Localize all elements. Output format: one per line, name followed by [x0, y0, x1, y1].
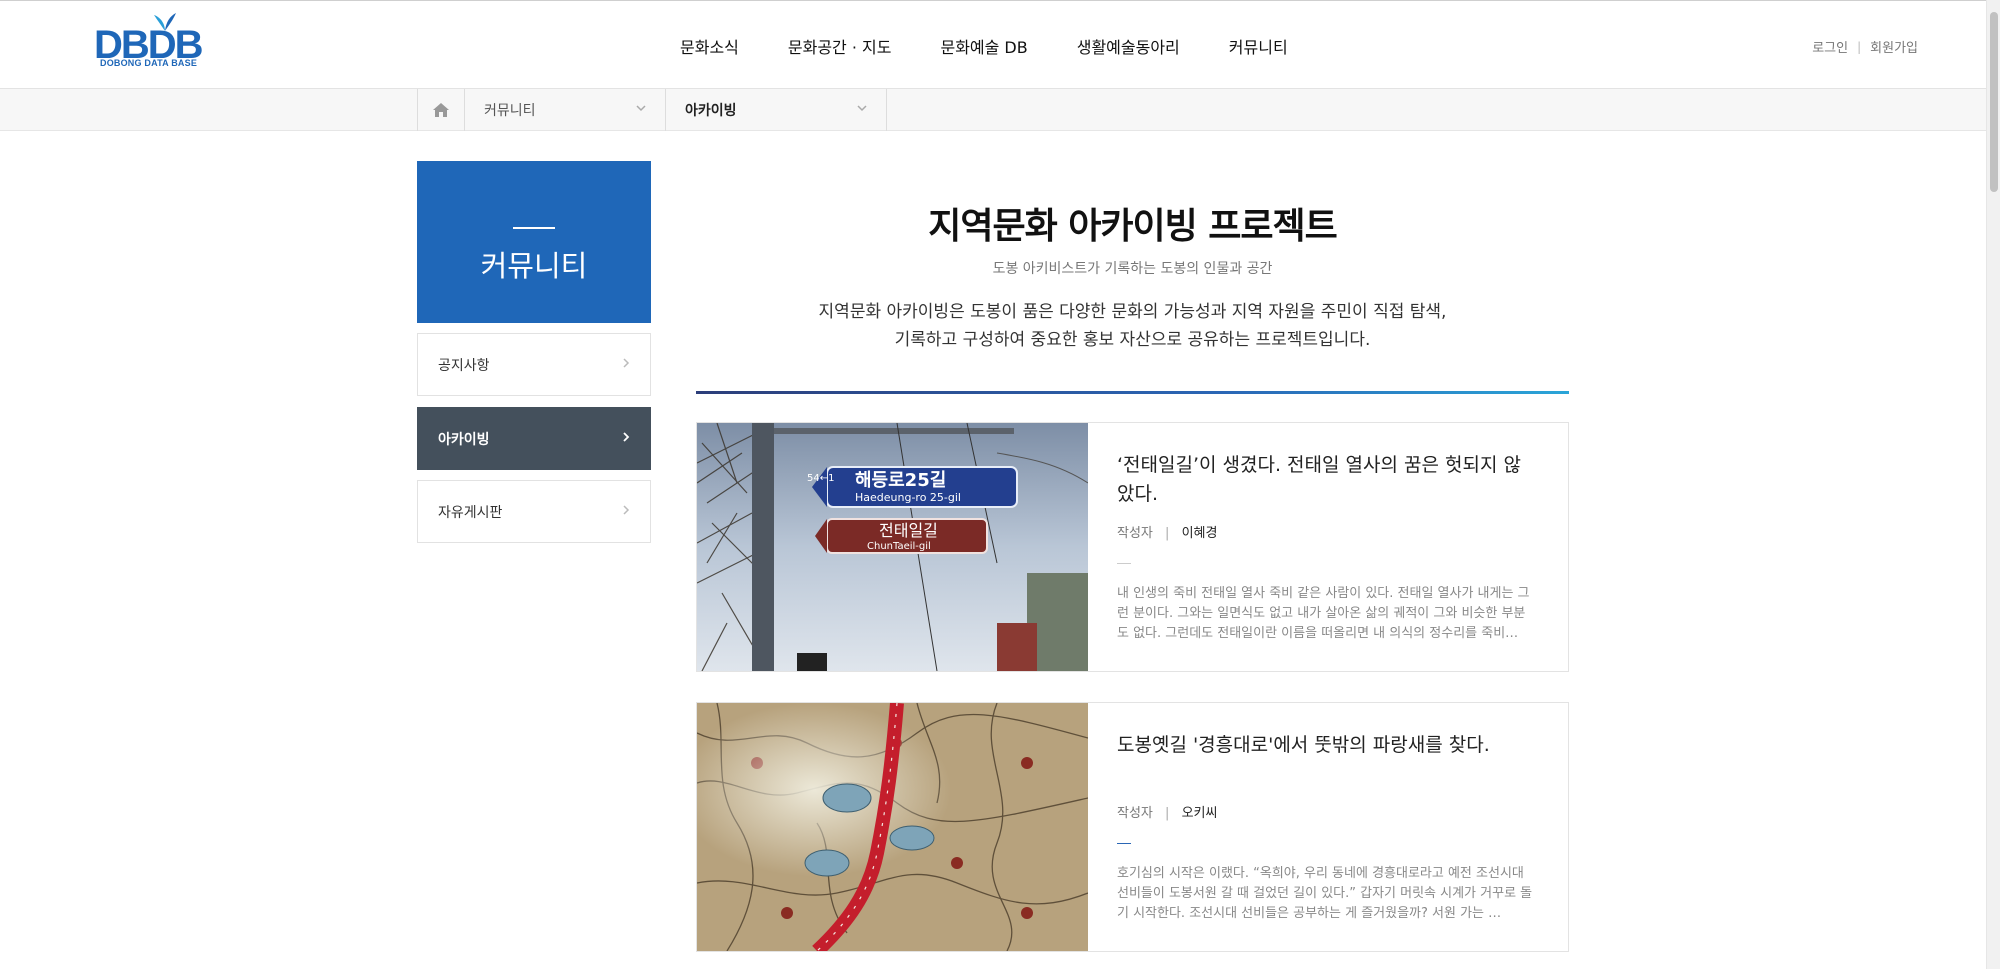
sign-top-text: 해등로25길: [855, 469, 946, 491]
sign-bottom-text: 전태일길: [879, 521, 938, 540]
author-name: 이혜경: [1181, 526, 1218, 541]
site-logo[interactable]: DBDB DOBONG DATA BASE: [94, 11, 204, 71]
logo-subtitle: DOBONG DATA BASE: [100, 58, 198, 68]
location-bar: 커뮤니티 아카이빙: [0, 89, 1986, 131]
utility-links: 로그인 | 회원가입: [1812, 37, 1918, 57]
page-description: 지역문화 아카이빙은 도봉이 품은 다양한 문화의 가능성과 지역 자원을 주민…: [696, 298, 1569, 354]
archive-post-card[interactable]: 54←1 해등로25길 Haedeung-ro 25-gil 전태일길 Chun…: [696, 422, 1569, 672]
post-excerpt: 호기심의 시작은 이랬다. “옥희야, 우리 동네에 경흥대로라고 예전 조선시…: [1117, 866, 1533, 921]
chevron-right-icon: [623, 432, 630, 442]
main-nav: 문화소식 문화공간 · 지도 문화예술 DB 생활예술동아리 커뮤니티: [680, 34, 1337, 58]
author-label: 작성자: [1117, 806, 1153, 821]
sidebar-item-label: 아카이빙: [438, 431, 490, 448]
home-button[interactable]: [417, 89, 465, 131]
post-dash: [1117, 563, 1131, 564]
sidebar-item-free-board[interactable]: 자유게시판: [417, 480, 651, 543]
home-icon: [433, 103, 449, 117]
sidebar-item-archiving[interactable]: 아카이빙: [417, 407, 651, 470]
sign-number-text: 54←1: [807, 473, 834, 484]
sidebar-header: 커뮤니티: [417, 161, 651, 323]
nav-item-community[interactable]: 커뮤니티: [1229, 34, 1288, 58]
location-depth1-label: 커뮤니티: [484, 103, 536, 119]
sign-bottom-en-text: ChunTaeil-gil: [867, 541, 931, 552]
location-depth2-label: 아카이빙: [685, 103, 737, 119]
sidebar-item-label: 자유게시판: [438, 504, 503, 521]
page-subtitle: 도봉 아키비스트가 기록하는 도봉의 인물과 공간: [992, 261, 1273, 277]
archive-post-card[interactable]: 도봉옛길 '경흥대로'에서 뚯밖의 파랑새를 찾다. 작성자 | 오키씨 호기심…: [696, 702, 1569, 952]
nav-item-culture-arts-db[interactable]: 문화예술 DB: [940, 34, 1027, 58]
nav-item-culture-space-map[interactable]: 문화공간 · 지도: [788, 34, 892, 58]
sidebar-header-bar: [513, 227, 555, 229]
post-title[interactable]: 도봉옛길 '경흥대로'에서 뚯밖의 파랑새를 찾다.: [1117, 731, 1537, 760]
post-thumbnail-old-map[interactable]: [697, 703, 1088, 951]
login-link[interactable]: 로그인: [1812, 37, 1848, 56]
author-separator: |: [1165, 526, 1170, 541]
old-map-photo: [697, 703, 1088, 951]
post-thumbnail-street-sign[interactable]: 54←1 해등로25길 Haedeung-ro 25-gil 전태일길 Chun…: [697, 423, 1088, 671]
post-excerpt: 내 인생의 죽비 전태일 열사 죽비 같은 사람이 있다. 전태일 열사가 내게…: [1117, 586, 1530, 641]
chevron-down-icon: [636, 105, 646, 112]
post-author: 작성자 | 오키씨: [1117, 802, 1217, 821]
page-description-line: 기록하고 구성하여 중요한 홍보 자산으로 공유하는 프로젝트입니다.: [894, 330, 1371, 350]
page-scrollbar[interactable]: [1986, 0, 2000, 969]
page-title: 지역문화 아카이빙 프로젝트: [928, 206, 1338, 247]
site-header: DBDB DOBONG DATA BASE 문화소식 문화공간 · 지도 문화예…: [0, 1, 1986, 89]
title-divider: [696, 391, 1569, 394]
utility-separator: |: [1857, 39, 1862, 54]
author-separator: |: [1165, 806, 1170, 821]
author-name: 오키씨: [1181, 806, 1218, 821]
scrollbar-thumb[interactable]: [1990, 12, 1998, 192]
author-label: 작성자: [1117, 526, 1153, 541]
sidebar-item-notice[interactable]: 공지사항: [417, 333, 651, 396]
join-link[interactable]: 회원가입: [1870, 37, 1918, 56]
chevron-down-icon: [857, 105, 867, 112]
sidebar-title: 커뮤니티: [480, 249, 588, 283]
post-title[interactable]: ‘전태일길’이 생겼다. 전태일 열사의 꿈은 헛되지 않았다.: [1117, 451, 1537, 509]
chevron-right-icon: [623, 505, 630, 515]
location-depth1-dropdown[interactable]: 커뮤니티: [465, 89, 666, 131]
post-author: 작성자 | 이혜경: [1117, 522, 1217, 541]
street-sign-photo: 54←1 해등로25길 Haedeung-ro 25-gil 전태일길 Chun…: [697, 423, 1088, 671]
page-description-line: 지역문화 아카이빙은 도봉이 품은 다양한 문화의 가능성과 지역 자원을 주민…: [818, 302, 1447, 322]
post-dash: [1117, 843, 1131, 844]
sidebar-item-label: 공지사항: [438, 357, 490, 374]
nav-item-culture-news[interactable]: 문화소식: [680, 34, 739, 58]
sign-top-en-text: Haedeung-ro 25-gil: [855, 491, 961, 504]
location-depth2-dropdown[interactable]: 아카이빙: [666, 89, 887, 131]
nav-item-life-arts-clubs[interactable]: 생활예술동아리: [1077, 34, 1180, 58]
chevron-right-icon: [623, 358, 630, 368]
